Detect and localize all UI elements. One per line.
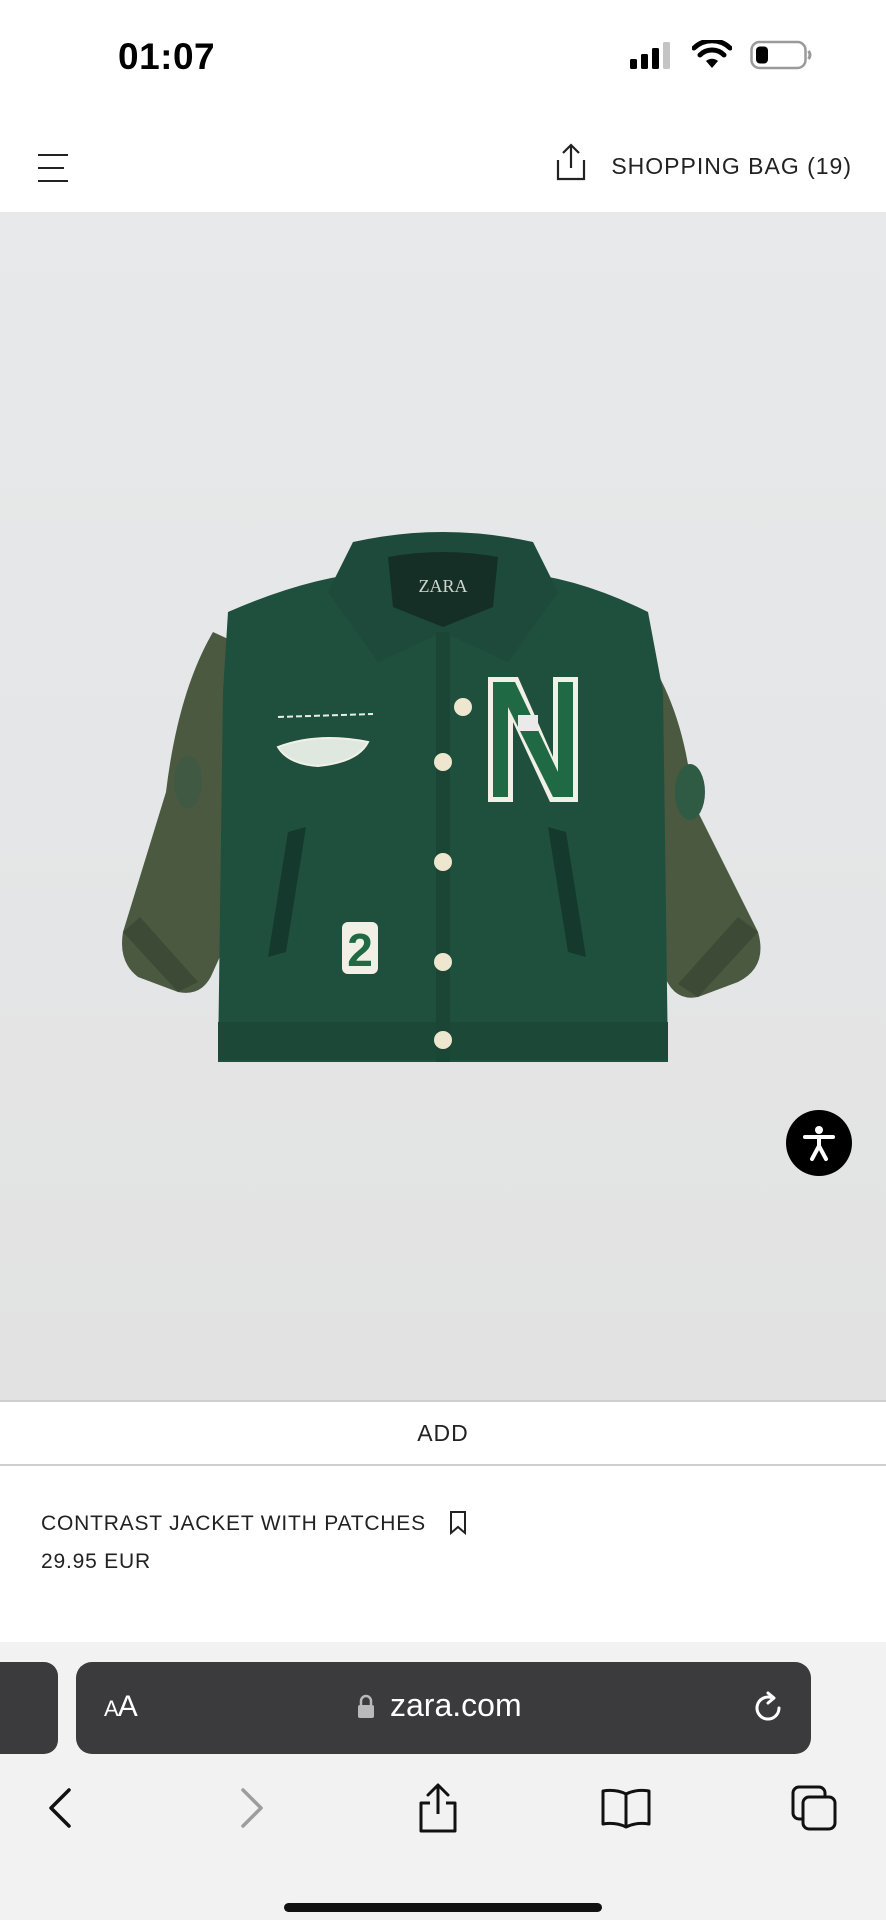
product-image[interactable]: ZARA 2	[0, 212, 886, 1400]
product-info: CONTRAST JACKET WITH PATCHES 29.95 EUR	[0, 1466, 886, 1642]
address-bar[interactable]: AA zara.com	[76, 1662, 811, 1754]
previous-tab-preview[interactable]	[0, 1662, 58, 1754]
status-bar: 01:07	[0, 0, 886, 118]
toolbar-share-icon[interactable]	[410, 1778, 466, 1838]
lock-icon	[356, 1694, 376, 1725]
reload-icon[interactable]	[748, 1688, 788, 1728]
bookmarks-icon[interactable]	[598, 1778, 654, 1838]
hamburger-menu-icon[interactable]	[38, 148, 72, 182]
wifi-icon	[691, 38, 733, 75]
add-button-label: ADD	[417, 1419, 469, 1446]
product-name: CONTRAST JACKET WITH PATCHES	[41, 1512, 426, 1535]
site-header: SHOPPING BAG (19)	[0, 118, 886, 212]
shopping-bag-link[interactable]: SHOPPING BAG (19)	[611, 153, 852, 180]
cellular-signal-icon	[630, 41, 674, 74]
accessibility-icon[interactable]	[786, 1110, 852, 1176]
add-to-bag-button[interactable]: ADD	[0, 1400, 886, 1466]
browser-toolbar	[0, 1778, 886, 1858]
back-icon[interactable]	[32, 1778, 88, 1838]
url-text: zara.com	[390, 1687, 522, 1723]
status-time: 01:07	[118, 36, 216, 77]
product-price: 29.95 EUR	[41, 1550, 151, 1573]
browser-chrome: AA zara.com	[0, 1642, 886, 1920]
tabs-icon[interactable]	[786, 1778, 842, 1838]
svg-text:ZARA: ZARA	[419, 576, 468, 596]
reader-options-button[interactable]: AA	[104, 1690, 138, 1724]
battery-icon	[750, 40, 812, 75]
jacket-illustration: ZARA 2	[122, 532, 761, 1062]
svg-text:2: 2	[347, 924, 373, 976]
share-icon[interactable]	[554, 142, 590, 182]
home-indicator	[284, 1903, 602, 1912]
status-icons	[630, 38, 812, 75]
bookmark-icon[interactable]	[448, 1510, 468, 1536]
forward-icon[interactable]	[224, 1778, 280, 1838]
